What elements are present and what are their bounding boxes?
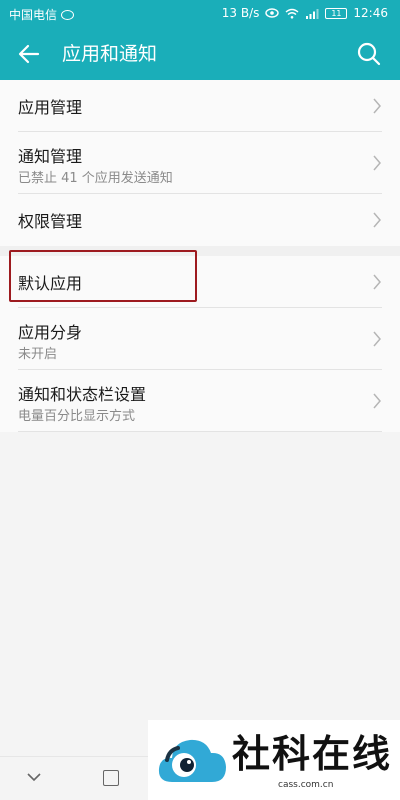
square-icon[interactable] bbox=[103, 770, 119, 786]
highlight-box bbox=[9, 250, 197, 302]
list-item-subtitle: 未开启 bbox=[18, 347, 58, 362]
eye-icon bbox=[265, 8, 280, 18]
list-item-notification-management[interactable]: 通知管理 已禁止 41 个应用发送通知 bbox=[18, 132, 382, 194]
battery-icon: 11 bbox=[325, 7, 348, 19]
signal-icon bbox=[306, 8, 319, 19]
search-icon[interactable] bbox=[356, 41, 382, 67]
list-item-app-management[interactable]: 应用管理 bbox=[18, 80, 382, 132]
watermark-brand: 社科在线 bbox=[232, 732, 393, 776]
list-item-permission-management[interactable]: 权限管理 bbox=[18, 194, 382, 246]
chevron-down-icon[interactable] bbox=[26, 771, 42, 783]
chevron-right-icon bbox=[373, 155, 381, 170]
clock: 12:46 bbox=[353, 6, 388, 20]
chevron-right-icon bbox=[373, 274, 381, 289]
network-speed: 13 B/s bbox=[221, 6, 260, 20]
chevron-right-icon bbox=[373, 98, 381, 113]
list-item-subtitle: 电量百分比显示方式 bbox=[18, 409, 136, 424]
list-item-notification-statusbar-settings[interactable]: 通知和状态栏设置 电量百分比显示方式 bbox=[18, 370, 382, 432]
status-right: 13 B/s 11 12:46 bbox=[222, 6, 388, 20]
chevron-right-icon bbox=[373, 393, 381, 408]
cloud-logo-icon bbox=[158, 739, 226, 782]
watermark-url: cass.com.cn bbox=[278, 780, 334, 790]
list-item-title: 通知管理 bbox=[18, 147, 83, 166]
arrow-left-icon[interactable] bbox=[16, 41, 42, 67]
app-bar: 应用和通知 bbox=[0, 28, 400, 80]
chevron-right-icon bbox=[373, 331, 381, 346]
list-item-title: 通知和状态栏设置 bbox=[18, 385, 147, 404]
status-bar: 中国电信 13 B/s 11 12:46 bbox=[0, 0, 400, 28]
chevron-right-icon bbox=[373, 212, 381, 228]
wifi-icon bbox=[285, 8, 299, 19]
watermark: 社科在线 cass.com.cn bbox=[148, 720, 400, 800]
list-item-title: 应用管理 bbox=[18, 98, 83, 117]
status-left: 中国电信 bbox=[9, 6, 75, 23]
wechat-icon bbox=[61, 9, 75, 20]
page-title: 应用和通知 bbox=[62, 43, 158, 65]
list-item-subtitle: 已禁止 41 个应用发送通知 bbox=[18, 171, 173, 186]
list-item-title: 权限管理 bbox=[18, 212, 83, 231]
list-item-app-twin[interactable]: 应用分身 未开启 bbox=[18, 308, 382, 370]
list-item-title: 应用分身 bbox=[18, 323, 83, 342]
carrier-label: 中国电信 bbox=[9, 8, 58, 22]
